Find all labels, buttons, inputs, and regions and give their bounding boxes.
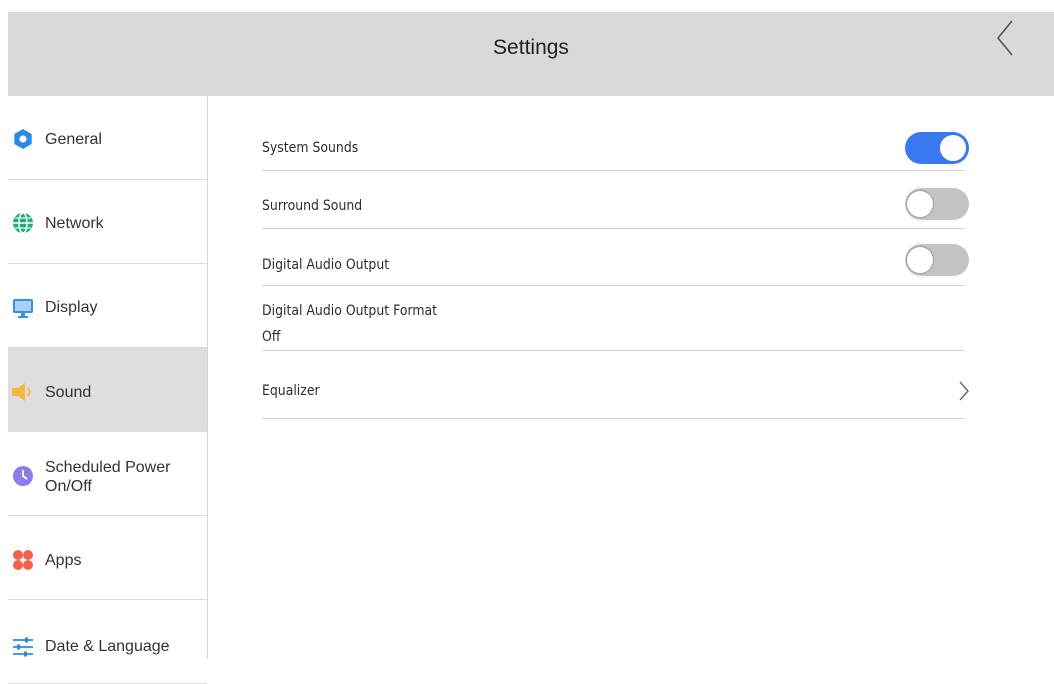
setting-label: Digital Audio Output Format [262, 303, 438, 319]
setting-label: Surround Sound [262, 198, 363, 214]
toggle-knob [939, 134, 967, 162]
chevron-left-icon[interactable] [986, 18, 1026, 58]
page-title: Settings [493, 36, 569, 59]
system-sounds-toggle[interactable] [905, 132, 969, 164]
label-line-2: On/Off [45, 478, 92, 495]
apps-icon [13, 550, 33, 570]
sidebar: General Network Display Sound Scheduled … [8, 96, 208, 684]
sound-settings-panel: System Sounds Surround Sound Digital Aud… [262, 96, 969, 659]
label-line-1: Scheduled Power [45, 459, 171, 476]
setting-row-surround-sound[interactable]: Surround Sound [262, 171, 969, 229]
sidebar-item-label: Date & Language [45, 638, 170, 655]
sidebar-item-apps[interactable]: Apps [8, 516, 207, 600]
sidebar-item-general[interactable]: General [8, 96, 207, 180]
setting-row-digital-audio-output[interactable]: Digital Audio Output [262, 229, 969, 286]
sidebar-item-label: Sound [45, 384, 92, 401]
sidebar-item-network[interactable]: Network [8, 180, 207, 264]
gear-icon [14, 129, 32, 149]
digital-audio-output-toggle[interactable] [905, 244, 969, 276]
header-bar: Settings [8, 0, 1054, 96]
setting-row-system-sounds[interactable]: System Sounds [262, 126, 969, 171]
setting-label: Equalizer [262, 383, 320, 399]
clock-icon [13, 466, 33, 486]
sidebar-item-display[interactable]: Display [8, 264, 207, 348]
setting-label: Digital Audio Output [262, 257, 390, 273]
setting-row-digital-audio-output-format[interactable]: Digital Audio Output Format Off [262, 286, 965, 351]
sidebar-item-label: Scheduled Power On/Off [45, 458, 170, 496]
toggle-knob [906, 190, 934, 218]
toggle-knob [906, 246, 934, 274]
setting-value: Off [262, 329, 281, 345]
setting-label: System Sounds [262, 140, 359, 156]
sidebar-item-label: Apps [45, 552, 82, 569]
sidebar-item-date-language[interactable]: Date & Language [8, 600, 207, 684]
surround-sound-toggle[interactable] [905, 188, 969, 220]
sidebar-item-sound[interactable]: Sound [8, 348, 207, 432]
setting-row-equalizer[interactable]: Equalizer [262, 351, 969, 419]
sidebar-item-label: Display [45, 299, 98, 316]
sliders-icon [13, 637, 33, 657]
globe-icon [13, 212, 33, 234]
monitor-icon [13, 299, 33, 318]
chevron-right-icon [959, 381, 969, 401]
sidebar-item-label: General [45, 131, 102, 148]
speaker-icon [12, 383, 31, 401]
sidebar-item-label: Network [45, 215, 104, 232]
sidebar-item-scheduled-power[interactable]: Scheduled Power On/Off [8, 432, 207, 516]
